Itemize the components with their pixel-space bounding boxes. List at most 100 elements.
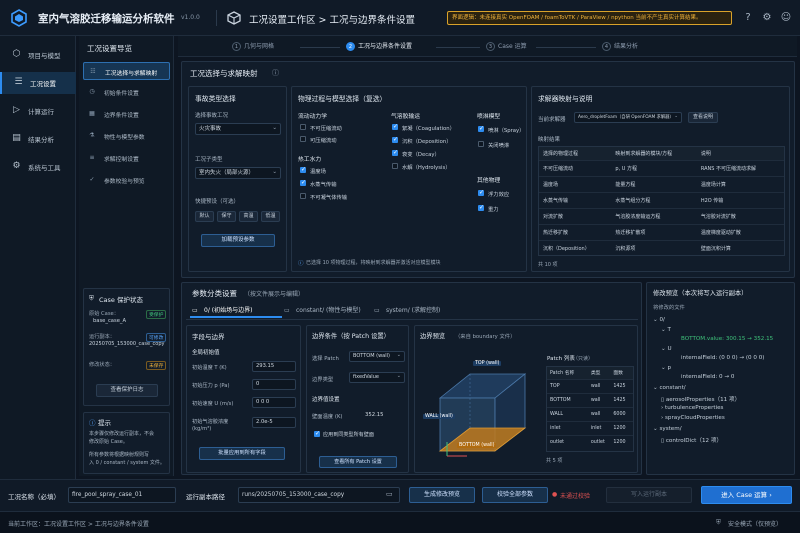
boundary-type-select[interactable]: fixedValue	[349, 372, 405, 383]
table-cell: 不可压缩流动	[543, 165, 574, 172]
tab-zero[interactable]: ▭ 0/ (初始场与边界)	[190, 304, 282, 318]
solver-select[interactable]: Aero_dropletFoam（自研 OpenFOAM 求解器）	[574, 112, 682, 123]
table-row[interactable]: outlet outlet 1200	[547, 435, 633, 449]
nav-item-boundary[interactable]: ▦ 边界条件设置	[83, 105, 170, 123]
case-name-input[interactable]: fire_pool_spray_case_01	[68, 487, 176, 503]
tree-folder-system[interactable]: ⌄ system/	[653, 426, 682, 432]
nav-item-case-mapping[interactable]: ☷ 工况选择与求解映射	[83, 62, 170, 80]
step-run[interactable]: 3 Case 运算	[486, 41, 527, 53]
nav-item-physics[interactable]: ⚗ 物性与模型参数	[83, 127, 170, 145]
copy-path-label: 运行副本路径	[186, 493, 225, 501]
step-results[interactable]: 4 结果分析	[602, 41, 638, 53]
load-preset-button[interactable]: 加载预设参数	[201, 234, 275, 247]
table-cell: 气溶胶对流扩散	[700, 213, 736, 220]
nav-item-label: 边界条件设置	[104, 113, 139, 119]
sidebar-item-run[interactable]: ▷ 计算运行	[0, 100, 76, 122]
tab-system[interactable]: ▭ system/ (求解控制)	[372, 304, 452, 318]
tab-label: system/ (求解控制)	[386, 307, 441, 314]
step-case-setup[interactable]: 2 工况与边界条件设置	[346, 41, 412, 53]
group-title: 喷淋模型	[477, 114, 501, 120]
info-icon[interactable]: ⓘ	[272, 68, 279, 78]
nav-item-solver[interactable]: ≡ 求解控制设置	[83, 149, 170, 167]
chart-icon: ▤	[12, 133, 21, 143]
view-log-button[interactable]: 查看保护日志	[96, 384, 158, 397]
status-bar: 当前工作区：工况设置工作区 > 工况与边界条件设置 ⛨ 安全模式（仅预览）	[0, 511, 800, 533]
table-row[interactable]: WALL wall 6000	[547, 407, 633, 421]
table-cell: 对流扩散	[543, 213, 564, 220]
tree-folder-zero[interactable]: ⌄ 0/	[653, 317, 665, 323]
help-icon[interactable]: ?	[742, 12, 754, 24]
subtype-select[interactable]: 室内失火（局部火源）	[195, 167, 281, 179]
table-row[interactable]: inlet inlet 1200	[547, 421, 633, 435]
preset-low-temp-button[interactable]: 低温	[261, 211, 280, 222]
table-cell: p, U 方程	[615, 165, 638, 172]
view-doc-button[interactable]: 查看说明	[688, 112, 718, 123]
init-temperature-input[interactable]: 293.15	[252, 361, 296, 372]
step-geometry[interactable]: 1 几何与网格	[232, 41, 274, 53]
sidebar-item-case-setup[interactable]: ☰ 工况设置	[0, 72, 76, 94]
user-icon[interactable]: ☺	[780, 12, 792, 24]
tree-file-U[interactable]: ⌄ U	[661, 346, 672, 352]
enter-run-button[interactable]: 进入 Case 运算 ›	[701, 486, 792, 504]
spray-off-checkbox[interactable]	[478, 141, 484, 147]
noncondensable-checkbox[interactable]	[300, 193, 306, 199]
field-label: 初始气溶胶浓度	[192, 419, 229, 425]
tree-folder-constant[interactable]: ⌄ constant/	[653, 385, 686, 391]
write-copy-button[interactable]: 写入运行副本	[606, 487, 692, 503]
sidebar-item-label: 工况设置	[30, 80, 56, 88]
table-row[interactable]: TOP wall 1425	[547, 379, 633, 393]
wall-temperature-value[interactable]: 352.15	[365, 412, 384, 418]
sidebar-item-label: 项目与模型	[28, 52, 61, 60]
tip-text: 修改原始 Case。	[89, 439, 128, 445]
sidebar-item-project[interactable]: ⬡ 项目与模型	[0, 44, 76, 66]
gravity-checkbox[interactable]	[478, 204, 484, 211]
step-label: Case 运算	[498, 43, 527, 50]
decay-checkbox[interactable]	[392, 149, 398, 156]
init-velocity-input[interactable]: 0 0 0	[252, 397, 296, 408]
tree-file-T[interactable]: ⌄ T	[661, 327, 671, 333]
table-row[interactable]: BOTTOM wall 1425	[547, 393, 633, 407]
preset-default-button[interactable]: 默认	[195, 211, 214, 222]
preset-conservative-button[interactable]: 保守	[217, 211, 236, 222]
folder-icon[interactable]: ▭	[386, 490, 393, 498]
tree-file-p[interactable]: ⌄ p	[661, 365, 671, 371]
validate-button[interactable]: 校验全部参数	[482, 487, 548, 503]
table-cell: 能量方程	[615, 181, 636, 188]
generate-preview-button[interactable]: 生成修改预览	[409, 487, 475, 503]
nav-item-initial[interactable]: ◷ 初始条件设置	[83, 83, 170, 101]
nav-title: 工况设置导览	[87, 44, 132, 53]
preset-high-temp-button[interactable]: 高温	[239, 211, 258, 222]
gear-icon: ⚙	[12, 161, 21, 171]
event-select[interactable]: 火灾事故	[195, 123, 281, 135]
sidebar-item-results[interactable]: ▤ 结果分析	[0, 128, 76, 150]
init-concentration-input[interactable]: 2.0e-5	[252, 417, 296, 428]
copy-path-input[interactable]: runs/20250705_153000_case_copy	[238, 487, 400, 503]
apply-same-checkbox[interactable]	[314, 430, 320, 437]
apply-all-button[interactable]: 批量应用到所有字段	[199, 447, 285, 460]
hydrolysis-checkbox[interactable]	[392, 163, 398, 169]
coagulation-checkbox[interactable]	[392, 123, 398, 130]
sidebar-item-system[interactable]: ⚙ 系统与工具	[0, 156, 76, 178]
init-pressure-input[interactable]: 0	[252, 379, 296, 390]
nav-item-label: 求解控制设置	[104, 157, 139, 163]
deposition-checkbox[interactable]	[392, 136, 398, 143]
gear-icon[interactable]: ⚙	[761, 12, 773, 24]
buoyancy-checkbox[interactable]	[478, 189, 484, 196]
tree-file[interactable]: ▯ aerosolProperties（11 项）	[661, 395, 740, 403]
option-label: 不可压缩流动	[310, 126, 342, 132]
tree-file[interactable]: › sprayCloudProperties	[661, 415, 725, 421]
view-all-patches-button[interactable]: 查看所有 Patch 设置	[319, 456, 397, 468]
tree-file[interactable]: ▯ controlDict（12 项）	[661, 436, 722, 444]
tree-file[interactable]: › turbulenceProperties	[661, 405, 723, 411]
compressible-checkbox[interactable]	[300, 136, 306, 142]
spray-checkbox[interactable]	[478, 125, 484, 132]
card-title: 求解器映射与说明	[538, 95, 593, 103]
incompressible-checkbox[interactable]	[300, 124, 306, 130]
patch-select[interactable]: BOTTOM (wall)	[349, 351, 405, 362]
vapor-checkbox[interactable]	[300, 179, 306, 186]
section-title: 工况选择与求解映射	[190, 69, 258, 78]
nav-item-check[interactable]: ✓ 参数校验与预览	[83, 171, 170, 189]
flask-icon: ⚗	[89, 132, 95, 139]
temperature-checkbox[interactable]	[300, 166, 306, 173]
tab-constant[interactable]: ▭ constant/ (物性与模型)	[282, 304, 366, 318]
